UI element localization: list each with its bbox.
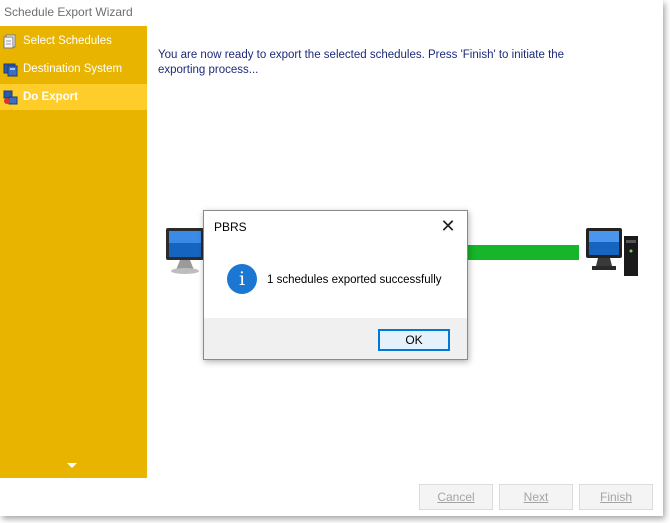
sidebar-item-label: Do Export	[23, 91, 78, 103]
finish-label: Finish	[599, 490, 632, 504]
sidebar-item-do-export[interactable]: Do Export	[0, 84, 147, 110]
chevron-down-icon[interactable]	[67, 463, 77, 468]
next-button[interactable]: Next	[499, 484, 573, 510]
instruction-text: You are now ready to export the selected…	[158, 49, 565, 76]
info-icon: i	[227, 264, 257, 294]
cancel-label: Cancel	[437, 490, 475, 504]
dialog-title: PBRS	[214, 220, 247, 234]
document-icon	[3, 34, 16, 49]
finish-button[interactable]: Finish	[579, 484, 653, 510]
window-title: Schedule Export Wizard	[4, 5, 133, 19]
server-icon	[3, 63, 18, 77]
sidebar-item-label: Destination System	[23, 63, 123, 75]
message-dialog: PBRS ✕ i 1 schedules exported successful…	[203, 210, 468, 360]
export-progress-bar	[462, 245, 579, 260]
destination-computer-icon	[586, 228, 638, 276]
ok-button[interactable]: OK	[378, 329, 450, 351]
sidebar-item-select-schedules[interactable]: Select Schedules	[0, 28, 147, 54]
sidebar: Select Schedules Destination System Do E…	[0, 26, 147, 478]
sidebar-item-label: Select Schedules	[23, 35, 112, 47]
dialog-message: 1 schedules exported successfully	[267, 274, 442, 286]
export-icon	[3, 90, 18, 105]
sidebar-item-destination-system[interactable]: Destination System	[0, 56, 147, 82]
close-icon[interactable]: ✕	[437, 215, 459, 237]
title-bar[interactable]: Schedule Export Wizard	[0, 0, 663, 26]
cancel-button[interactable]: Cancel	[419, 484, 493, 510]
next-label: Next	[523, 490, 549, 504]
